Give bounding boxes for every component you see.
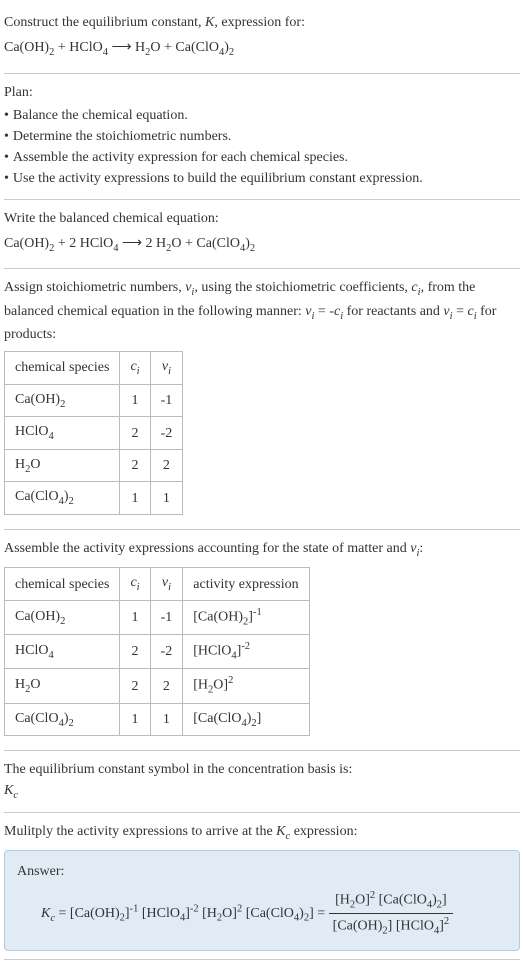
cell-species: Ca(ClO4)2 (5, 703, 120, 736)
table-row: Ca(ClO4)2 1 1 [Ca(ClO4)2] (5, 703, 310, 736)
cell-vi: 2 (150, 669, 183, 703)
cell-vi: -1 (150, 601, 183, 635)
multiply-heading: Mulitply the activity expressions to arr… (4, 821, 520, 845)
plan-item: •Balance the chemical equation. (4, 105, 520, 126)
cell-species: Ca(ClO4)2 (5, 482, 120, 515)
activity-heading: Assemble the activity expressions accoun… (4, 538, 520, 562)
cell-species: H2O (5, 449, 120, 482)
cell-ci: 1 (120, 384, 150, 417)
cell-ci: 1 (120, 482, 150, 515)
cell-vi: 2 (150, 449, 183, 482)
table-row: Ca(ClO4)2 1 1 (5, 482, 183, 515)
cell-vi: -1 (150, 384, 183, 417)
col-expr: activity expression (183, 568, 309, 601)
cell-vi: 1 (150, 703, 183, 736)
cell-species: Ca(OH)2 (5, 601, 120, 635)
stoich-text: Assign stoichiometric numbers, νi, using… (4, 277, 520, 345)
symbol-section: The equilibrium constant symbol in the c… (4, 751, 520, 813)
balanced-heading: Write the balanced chemical equation: (4, 208, 520, 229)
answer-expression: Kc = [Ca(OH)2]-1 [HClO4]-2 [H2O]2 [Ca(Cl… (17, 888, 507, 939)
plan-list: •Balance the chemical equation. •Determi… (4, 105, 520, 189)
multiply-section: Mulitply the activity expressions to arr… (4, 813, 520, 960)
plan-item: •Assemble the activity expression for ea… (4, 147, 520, 168)
cell-ci: 1 (120, 601, 150, 635)
answer-label: Answer: (17, 861, 507, 882)
symbol-value: Kc (4, 780, 520, 804)
table-row: H2O 2 2 (5, 449, 183, 482)
plan-item: •Use the activity expressions to build t… (4, 168, 520, 189)
cell-species: HClO4 (5, 635, 120, 669)
cell-expr: [Ca(OH)2]-1 (183, 601, 309, 635)
cell-vi: 1 (150, 482, 183, 515)
cell-ci: 2 (120, 449, 150, 482)
cell-species: HClO4 (5, 417, 120, 450)
stoich-table: chemical species ci νi Ca(OH)2 1 -1 HClO… (4, 351, 183, 515)
col-species: chemical species (5, 568, 120, 601)
fraction-numerator: [H2O]2 [Ca(ClO4)2] (329, 888, 453, 914)
balanced-section: Write the balanced chemical equation: Ca… (4, 200, 520, 270)
cell-vi: -2 (150, 417, 183, 450)
table-row: HClO4 2 -2 [HClO4]-2 (5, 635, 310, 669)
balanced-equation: Ca(OH)2 + 2 HClO4 ⟶ 2 H2O + Ca(ClO4)2 (4, 233, 520, 257)
cell-ci: 2 (120, 669, 150, 703)
plan-heading: Plan: (4, 82, 520, 103)
col-vi: νi (150, 568, 183, 601)
fraction-denominator: [Ca(OH)2] [HClO4]2 (329, 914, 453, 939)
cell-ci: 2 (120, 417, 150, 450)
activity-section: Assemble the activity expressions accoun… (4, 530, 520, 751)
plan-section: Plan: •Balance the chemical equation. •D… (4, 74, 520, 200)
answer-box: Answer: Kc = [Ca(OH)2]-1 [HClO4]-2 [H2O]… (4, 850, 520, 950)
cell-expr: [H2O]2 (183, 669, 309, 703)
plan-item: •Determine the stoichiometric numbers. (4, 126, 520, 147)
cell-expr: [Ca(ClO4)2] (183, 703, 309, 736)
cell-ci: 1 (120, 703, 150, 736)
cell-expr: [HClO4]-2 (183, 635, 309, 669)
symbol-heading: The equilibrium constant symbol in the c… (4, 759, 520, 780)
col-vi: νi (150, 352, 183, 385)
activity-table: chemical species ci νi activity expressi… (4, 567, 310, 736)
table-row: HClO4 2 -2 (5, 417, 183, 450)
intro-section: Construct the equilibrium constant, K, e… (4, 4, 520, 74)
cell-species: H2O (5, 669, 120, 703)
intro-text: Construct the equilibrium constant, K, e… (4, 12, 520, 33)
cell-vi: -2 (150, 635, 183, 669)
table-row: Ca(OH)2 1 -1 (5, 384, 183, 417)
table-header-row: chemical species ci νi (5, 352, 183, 385)
cell-ci: 2 (120, 635, 150, 669)
stoich-section: Assign stoichiometric numbers, νi, using… (4, 269, 520, 530)
intro-equation: Ca(OH)2 + HClO4 ⟶ H2O + Ca(ClO4)2 (4, 37, 520, 61)
cell-species: Ca(OH)2 (5, 384, 120, 417)
col-ci: ci (120, 568, 150, 601)
col-ci: ci (120, 352, 150, 385)
table-row: Ca(OH)2 1 -1 [Ca(OH)2]-1 (5, 601, 310, 635)
table-row: H2O 2 2 [H2O]2 (5, 669, 310, 703)
table-header-row: chemical species ci νi activity expressi… (5, 568, 310, 601)
col-species: chemical species (5, 352, 120, 385)
